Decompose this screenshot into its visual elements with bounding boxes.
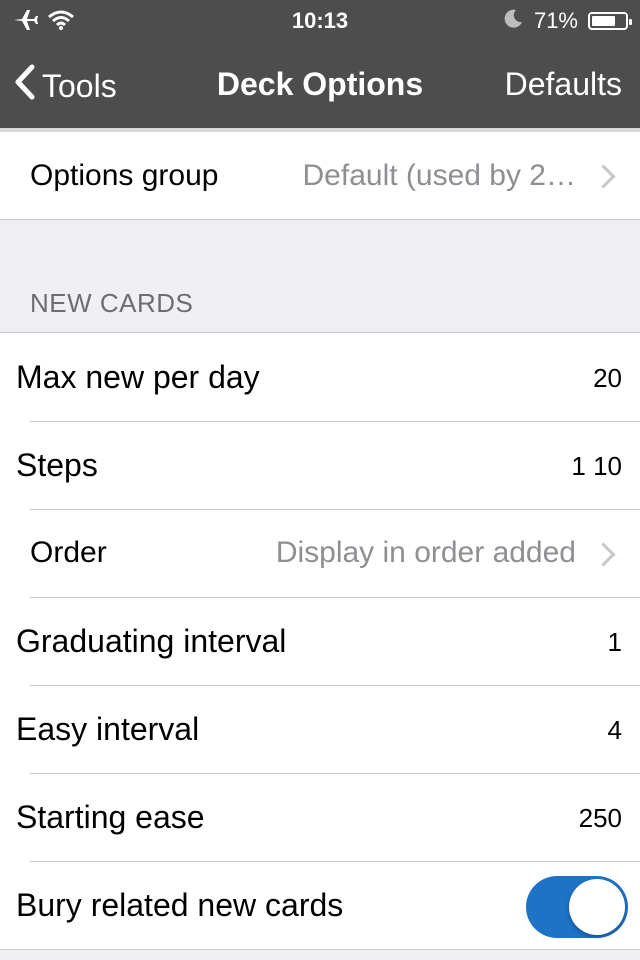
easy-interval-label: Easy interval <box>16 711 200 747</box>
starting-ease-value[interactable]: 250 <box>579 803 622 834</box>
bury-related-row: Bury related new cards <box>0 861 640 949</box>
order-row[interactable]: Order Display in order added <box>0 509 640 597</box>
order-value: Display in order added <box>275 536 576 569</box>
starting-ease-row[interactable]: Starting ease 250 <box>0 773 640 861</box>
options-group-label: Options group <box>30 159 219 192</box>
max-new-per-day-row[interactable]: Max new per day 20 <box>0 333 640 421</box>
battery-fill <box>592 16 615 26</box>
steps-label: Steps <box>16 447 98 483</box>
max-new-per-day-label: Max new per day <box>16 359 260 395</box>
moon-icon <box>504 8 524 34</box>
graduating-interval-value[interactable]: 1 <box>608 627 622 658</box>
easy-interval-value[interactable]: 4 <box>608 715 622 746</box>
toggle-knob <box>569 879 625 935</box>
order-label: Order <box>30 536 107 569</box>
chevron-right-icon <box>591 164 616 189</box>
battery-icon <box>588 12 632 30</box>
bury-related-toggle[interactable] <box>526 876 628 938</box>
status-right: 71% <box>504 8 632 34</box>
steps-row[interactable]: Steps 1 10 <box>0 421 640 509</box>
starting-ease-label: Starting ease <box>16 799 205 835</box>
options-group-value: Default (used by 2… <box>302 159 576 192</box>
status-bar: 10:13 71% <box>0 0 640 40</box>
battery-cap <box>629 19 632 25</box>
defaults-button[interactable]: Defaults <box>505 66 622 103</box>
bury-related-label: Bury related new cards <box>16 887 344 923</box>
navigation-bar: Tools Deck Options Defaults <box>0 40 640 128</box>
section-header-new-cards: NEW CARDS <box>30 288 194 318</box>
graduating-interval-row[interactable]: Graduating interval 1 <box>0 597 640 685</box>
options-group-row[interactable]: Options group Default (used by 2… <box>0 132 640 220</box>
max-new-per-day-value[interactable]: 20 <box>593 363 622 394</box>
top-bar: 10:13 71% Tools Deck Options Defaults <box>0 0 640 128</box>
easy-interval-row[interactable]: Easy interval 4 <box>0 685 640 773</box>
battery-percent: 71% <box>533 8 578 33</box>
steps-value[interactable]: 1 10 <box>571 451 622 482</box>
chevron-right-icon <box>591 542 616 567</box>
graduating-interval-label: Graduating interval <box>16 623 287 659</box>
new-cards-list: Max new per day 20 Steps 1 10 Order Disp… <box>0 332 640 950</box>
